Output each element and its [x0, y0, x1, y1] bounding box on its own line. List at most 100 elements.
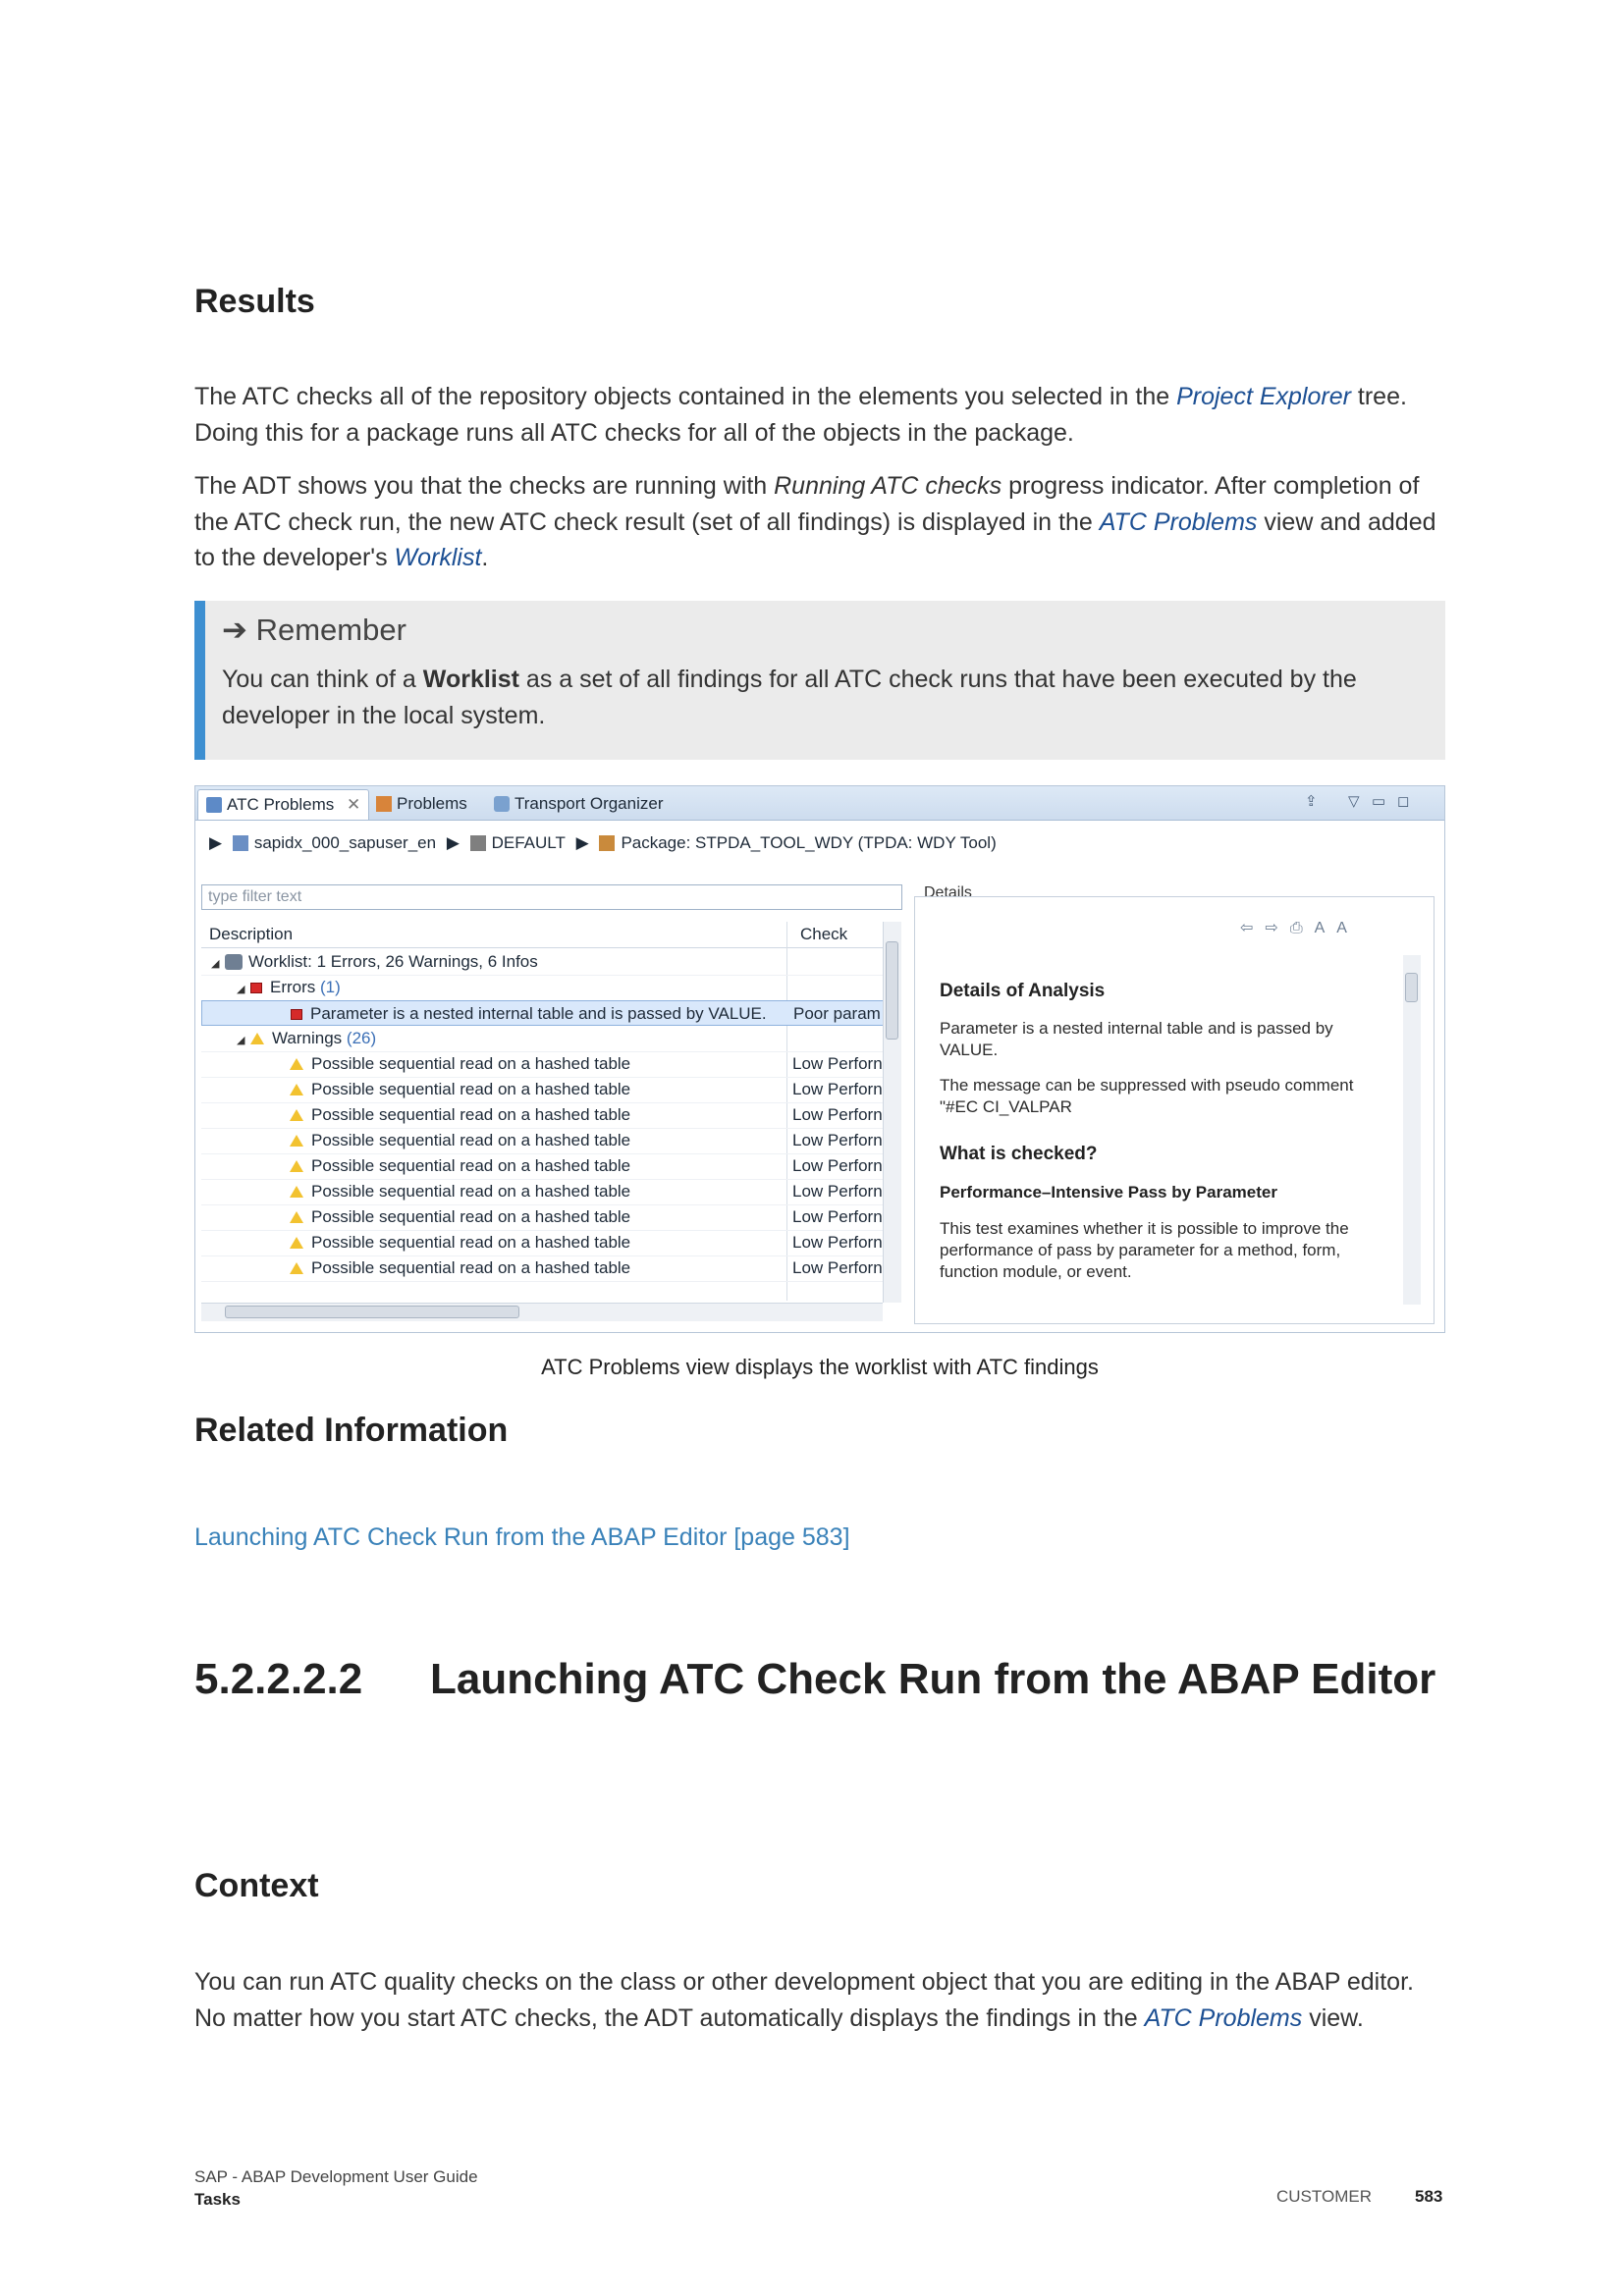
forward-icon[interactable]: ⇨: [1265, 920, 1289, 936]
table-row[interactable]: Possible sequential read on a hashed tab…: [201, 1204, 893, 1231]
tab-transport-organizer[interactable]: Transport Organizer: [486, 789, 671, 819]
back-icon[interactable]: ⇦: [1240, 920, 1265, 936]
minimize-icon[interactable]: ▭: [1372, 792, 1385, 810]
breadcrumb: ▶ sapidx_000_sapuser_en ▶ DEFAULT ▶ Pack…: [209, 831, 1002, 855]
expand-icon[interactable]: ◢: [211, 951, 225, 977]
note-text: You can think of a Worklist as a set of …: [222, 666, 1357, 729]
warning-icon: [290, 1084, 303, 1095]
font-decrease-icon[interactable]: A: [1336, 920, 1359, 936]
what-is-checked-heading: What is checked?: [940, 1144, 1098, 1164]
export-icon[interactable]: ⇪: [1305, 792, 1318, 810]
expand-icon[interactable]: ◢: [237, 1028, 250, 1053]
system-icon: [469, 835, 486, 851]
scroll-thumb[interactable]: [886, 941, 898, 1040]
table-row[interactable]: Possible sequential read on a hashed tab…: [201, 1230, 893, 1256]
results-paragraph-1: The ATC checks all of the repository obj…: [194, 383, 1407, 447]
font-increase-icon[interactable]: A: [1315, 920, 1337, 936]
view-menu-icon[interactable]: ▽: [1348, 792, 1360, 810]
warning-icon: [290, 1135, 303, 1147]
expand-icon[interactable]: ◢: [237, 977, 250, 1002]
related-link[interactable]: Launching ATC Check Run from the ABAP Ed…: [194, 1523, 850, 1552]
details-text-1: Parameter is a nested internal table and…: [940, 1019, 1333, 1059]
tab-atc-problems[interactable]: ATC Problems ✕: [197, 789, 370, 820]
section-title: Launching ATC Check Run from the ABAP Ed…: [430, 1655, 1436, 1703]
findings-table: Description Check ◢ Worklist: 1 Errors, 2…: [201, 922, 893, 1301]
details-subheading: Performance–Intensive Pass by Parameter: [940, 1183, 1277, 1201]
column-check[interactable]: Check: [800, 925, 847, 944]
package-icon: [599, 835, 616, 851]
print-icon[interactable]: ⎙: [1290, 920, 1315, 936]
atc-problems-link[interactable]: ATC Problems: [1100, 508, 1258, 536]
warning-icon: [290, 1237, 303, 1249]
column-description[interactable]: Description: [209, 925, 293, 944]
breadcrumb-arrow-icon: ▶: [209, 833, 223, 852]
transport-organizer-icon: [494, 796, 510, 812]
warning-icon: [290, 1109, 303, 1121]
footer-chapter: Tasks: [194, 2190, 241, 2209]
warning-icon: [290, 1058, 303, 1070]
section-heading: 5.2.2.2.2 Launching ATC Check Run from th…: [194, 1655, 1435, 1704]
details-heading: Details of Analysis: [940, 981, 1106, 1001]
related-information-heading: Related Information: [194, 1412, 509, 1449]
warning-icon: [290, 1262, 303, 1274]
footer-label: CUSTOMER: [1276, 2187, 1372, 2206]
error-icon: [250, 983, 262, 993]
project-explorer-link[interactable]: Project Explorer: [1176, 383, 1351, 410]
worklist-row[interactable]: ◢ Worklist: 1 Errors, 26 Warnings, 6 Info…: [201, 949, 893, 976]
breadcrumb-default[interactable]: DEFAULT: [492, 833, 566, 852]
breadcrumb-arrow-icon: ▶: [446, 833, 460, 852]
note-title: ➔ Remember: [222, 613, 406, 647]
figure-caption: ATC Problems view displays the worklist …: [541, 1355, 1099, 1379]
details-scrollbar[interactable]: [1403, 955, 1421, 1305]
table-row[interactable]: Possible sequential read on a hashed tab…: [201, 1128, 893, 1154]
worklist-icon: [225, 954, 243, 970]
footer-guide-title: SAP - ABAP Development User Guide: [194, 2167, 478, 2186]
table-header: Description Check: [201, 922, 893, 948]
context-paragraph: You can run ATC quality checks on the cl…: [194, 1968, 1414, 2032]
table-row[interactable]: Possible sequential read on a hashed tab…: [201, 1077, 893, 1103]
warning-icon: [290, 1211, 303, 1223]
details-text-3: This test examines whether it is possibl…: [940, 1219, 1349, 1281]
results-heading: Results: [194, 283, 315, 320]
table-vertical-scrollbar[interactable]: [883, 922, 901, 1303]
warning-icon: [290, 1160, 303, 1172]
worklist-link[interactable]: Worklist: [395, 544, 482, 571]
maximize-icon[interactable]: ◻: [1397, 792, 1409, 810]
table-row[interactable]: Possible sequential read on a hashed tab…: [201, 1255, 893, 1282]
warning-icon: [290, 1186, 303, 1198]
results-paragraph-2: The ADT shows you that the checks are ru…: [194, 472, 1436, 571]
note-accent-bar: [194, 601, 205, 760]
footer-left: SAP - ABAP Development User Guide Tasks: [194, 2165, 478, 2211]
tab-problems[interactable]: Problems: [368, 789, 475, 819]
scroll-thumb[interactable]: [225, 1306, 519, 1318]
error-icon: [291, 1009, 302, 1020]
errors-row[interactable]: ◢ Errors (1): [201, 975, 893, 1001]
atc-problems-screenshot: ATC Problems ✕ Problems Transport Organi…: [194, 785, 1445, 1333]
table-horizontal-scrollbar[interactable]: [201, 1303, 883, 1321]
problems-icon: [376, 796, 392, 812]
details-toolbar: ⇦⇨⎙AA: [1240, 918, 1359, 937]
table-row[interactable]: Possible sequential read on a hashed tab…: [201, 1153, 893, 1180]
page-number: 583: [1414, 2187, 1443, 2206]
remember-note: ➔ Remember You can think of a Worklist a…: [194, 601, 1445, 760]
warning-icon: [250, 1033, 264, 1044]
warnings-row[interactable]: ◢ Warnings (26): [201, 1026, 893, 1052]
atc-problems-icon: [206, 797, 222, 813]
selected-error-row[interactable]: Parameter is a nested internal table and…: [201, 1000, 893, 1026]
project-icon: [232, 835, 248, 851]
close-icon[interactable]: ✕: [347, 795, 360, 814]
section-number: 5.2.2.2.2: [194, 1655, 363, 1703]
view-tab-bar: ATC Problems ✕ Problems Transport Organi…: [195, 786, 1444, 821]
filter-input[interactable]: type filter text: [201, 884, 902, 910]
breadcrumb-project[interactable]: sapidx_000_sapuser_en: [254, 833, 436, 852]
breadcrumb-arrow-icon: ▶: [575, 833, 589, 852]
table-row[interactable]: Possible sequential read on a hashed tab…: [201, 1102, 893, 1129]
arrow-right-icon: ➔: [222, 613, 247, 647]
breadcrumb-package[interactable]: Package: STPDA_TOOL_WDY (TPDA: WDY Tool): [621, 833, 996, 852]
details-text-2: The message can be suppressed with pseud…: [940, 1076, 1354, 1116]
table-row[interactable]: Possible sequential read on a hashed tab…: [201, 1179, 893, 1205]
context-heading: Context: [194, 1867, 319, 1904]
atc-problems-link[interactable]: ATC Problems: [1145, 2004, 1303, 2032]
table-row[interactable]: Possible sequential read on a hashed tab…: [201, 1051, 893, 1078]
scroll-thumb[interactable]: [1405, 973, 1418, 1002]
